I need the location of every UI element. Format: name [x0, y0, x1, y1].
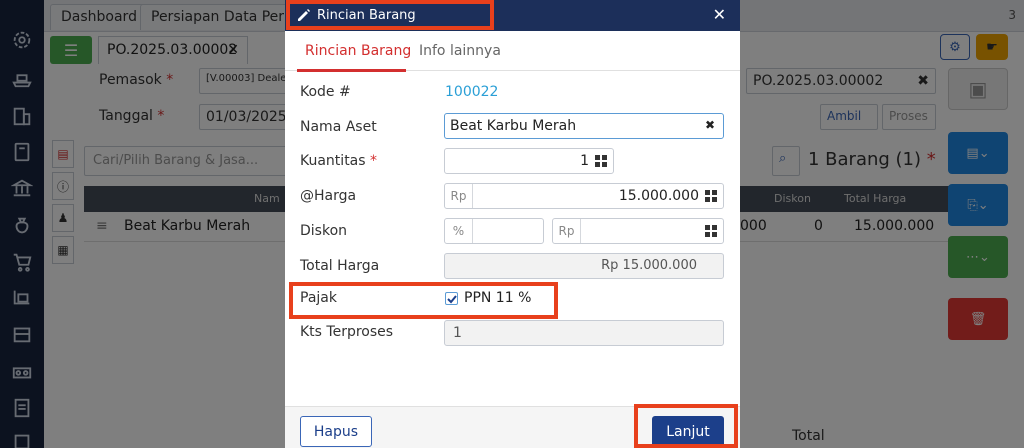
harga-label: @Harga — [300, 188, 357, 204]
diskon-percent-input[interactable]: % — [444, 218, 544, 244]
nama-aset-label: Nama Aset — [300, 119, 377, 135]
harga-prefix: Rp — [445, 184, 473, 208]
calculator-icon[interactable] — [595, 155, 607, 167]
total-harga-field: Rp 15.000.000 — [444, 253, 724, 279]
nama-aset-input[interactable]: Beat Karbu Merah ✖ — [444, 113, 724, 139]
clear-icon[interactable]: ✖ — [705, 118, 715, 132]
highlight-lanjut-button — [634, 404, 738, 448]
tab-rincian-barang[interactable]: Rincian Barang — [305, 43, 411, 59]
diskon-amount-input[interactable]: Rp — [552, 218, 724, 244]
active-tab-indicator — [297, 69, 406, 72]
total-harga-value: Rp 15.000.000 — [601, 258, 697, 273]
item-detail-modal: Rincian Barang ✕ Rincian Barang Info lai… — [285, 0, 740, 448]
hapus-button[interactable]: Hapus — [300, 416, 372, 447]
kuantitas-value: 1 — [580, 153, 589, 169]
diskon-amount-prefix: Rp — [553, 219, 581, 243]
harga-value: 15.000.000 — [618, 188, 699, 204]
highlight-pajak-row — [289, 282, 558, 319]
tab-info-lainnya[interactable]: Info lainnya — [419, 43, 501, 59]
total-harga-label: Total Harga — [300, 258, 380, 274]
kode-link[interactable]: 100022 — [445, 84, 498, 100]
calculator-icon[interactable] — [705, 225, 717, 237]
diskon-label: Diskon — [300, 223, 348, 239]
kts-terproses-label: Kts Terproses — [300, 324, 394, 340]
kts-terproses-field: 1 — [444, 320, 724, 346]
kode-label: Kode # — [300, 84, 351, 100]
close-icon[interactable]: ✕ — [713, 5, 726, 24]
kuantitas-label: Kuantitas * — [300, 153, 378, 169]
modal-tabs: Rincian Barang Info lainnya — [285, 31, 740, 72]
diskon-percent-prefix: % — [445, 219, 473, 243]
calculator-icon[interactable] — [705, 190, 717, 202]
nama-aset-value: Beat Karbu Merah — [450, 118, 577, 134]
harga-input[interactable]: Rp 15.000.000 — [444, 183, 724, 209]
kts-terproses-value: 1 — [453, 325, 462, 341]
highlight-modal-title — [286, 0, 494, 30]
kuantitas-input[interactable]: 1 — [444, 148, 614, 174]
